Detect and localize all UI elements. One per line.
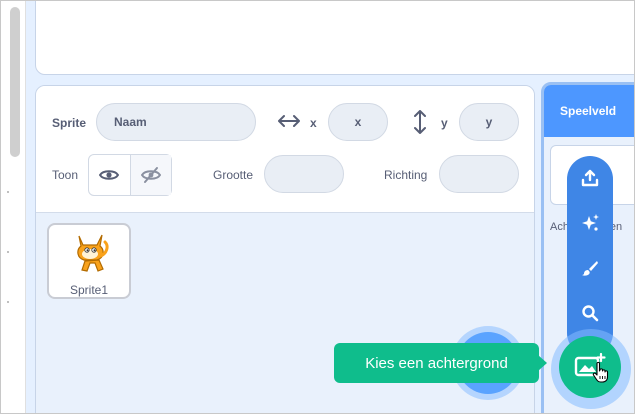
sprite-label: Sprite [52,116,87,130]
eye-off-icon [140,167,161,183]
tooltip-arrow [538,355,547,371]
scroll-dot [7,251,9,253]
scrollbar-thumb[interactable] [10,7,20,157]
surprise-button[interactable] [567,203,613,243]
search-icon [582,305,599,322]
visibility-toggle [88,154,172,196]
paint-icon [582,261,598,276]
direction-input[interactable] [439,155,519,193]
sprite-tile-name: Sprite1 [69,283,109,297]
surprise-icon [582,214,599,231]
show-button[interactable] [89,155,130,195]
y-label: y [441,116,448,130]
x-label: x [310,116,317,130]
size-label: Grootte [213,168,254,182]
vertical-scrollbar[interactable] [1,1,26,413]
hide-button[interactable] [129,155,171,195]
paint-button[interactable] [567,248,613,288]
editor-frame: Sprite Naam x x y y Toon Grootte Richtin… [0,0,635,414]
direction-label: Richting [384,168,428,182]
stage-header[interactable]: Speelveld [544,85,634,137]
sprite-info-panel: Sprite Naam x x y y Toon Grootte Richtin… [36,86,534,213]
eye-icon [99,170,120,180]
backdrop-tooltip: Kies een achtergrond [334,343,539,383]
scroll-dot [7,301,9,303]
stage-area[interactable] [35,1,634,75]
horizontal-arrows-icon [278,114,300,133]
backdrop-menu [567,156,613,356]
choose-backdrop-button[interactable] [559,336,621,398]
size-input[interactable] [264,155,344,193]
y-placeholder: y [485,115,493,129]
scroll-dot [7,191,9,193]
sprite-tile[interactable]: Sprite1 [47,223,131,299]
y-input[interactable]: y [459,103,519,141]
cat-sprite-icon [77,234,109,272]
sprite-name-field[interactable]: Naam [96,103,256,141]
x-placeholder: x [354,115,362,129]
x-input[interactable]: x [328,103,388,141]
upload-backdrop-button[interactable] [567,158,613,198]
search-button[interactable] [567,293,613,333]
show-label: Toon [52,168,79,182]
vertical-arrows-icon [414,110,426,139]
hand-cursor-icon [592,361,609,383]
sprite-name-placeholder: Naam [114,115,147,129]
upload-icon [581,169,599,187]
